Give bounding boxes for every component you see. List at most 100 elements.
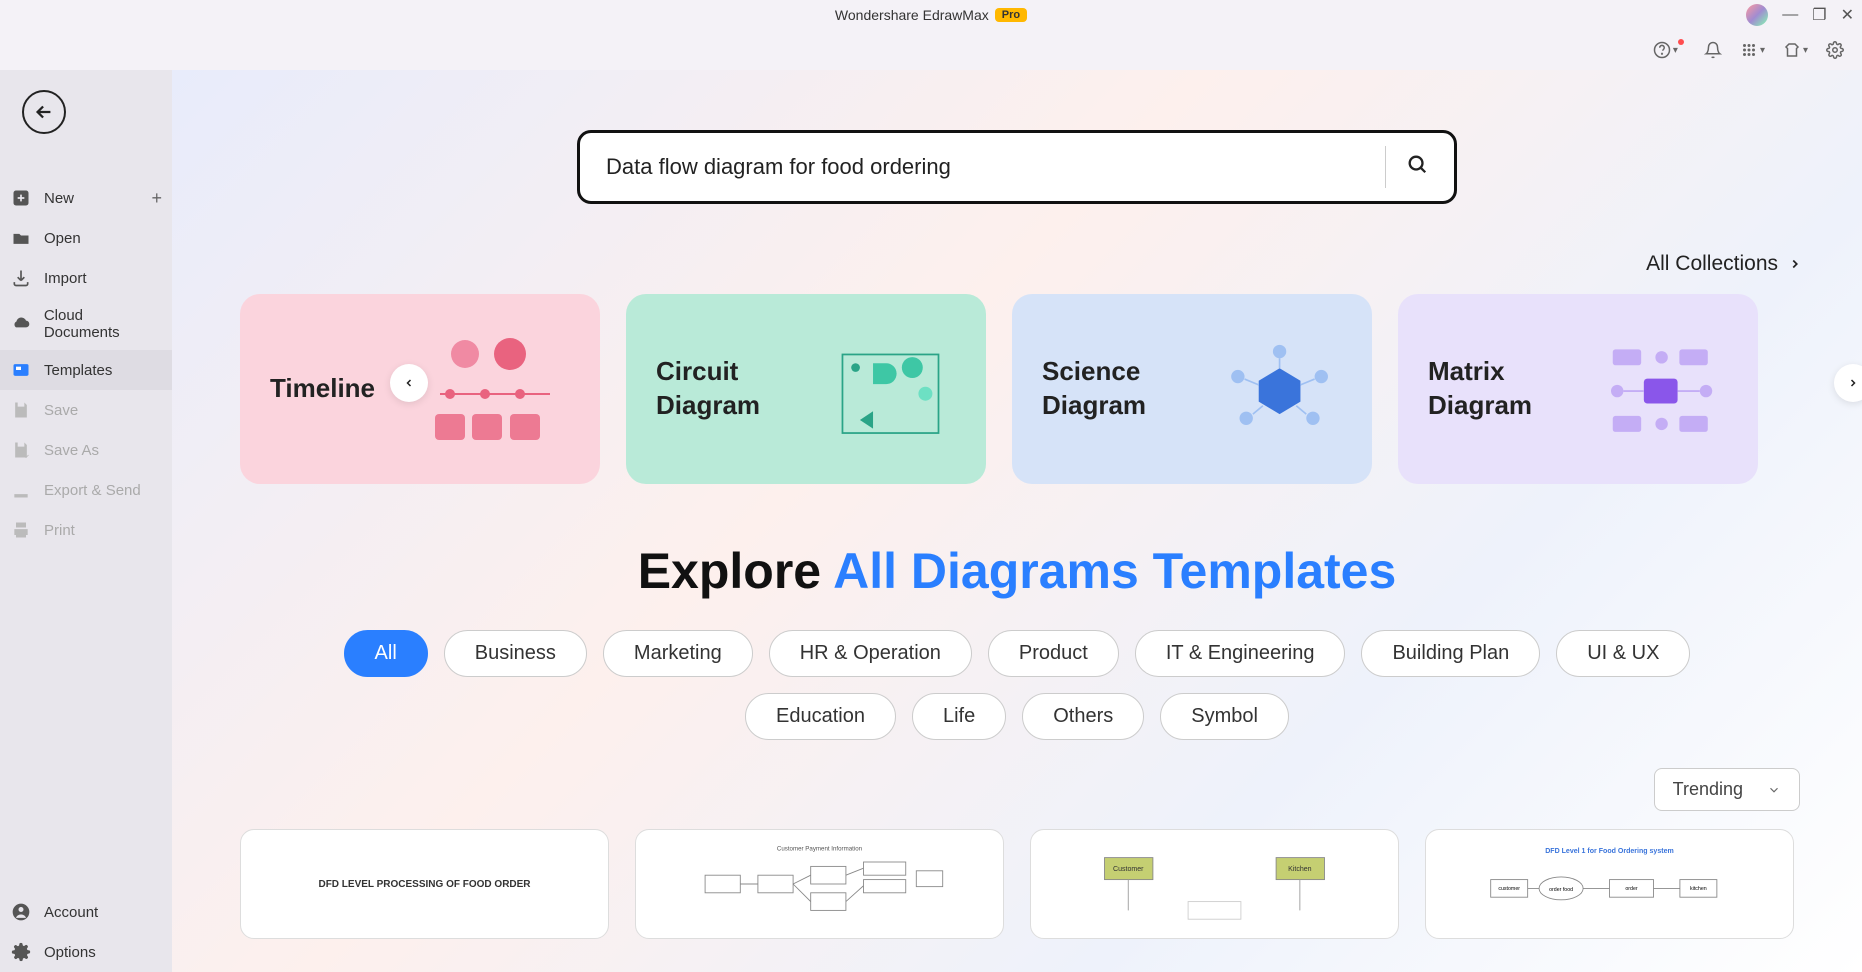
filter-pill-marketing[interactable]: Marketing bbox=[603, 630, 753, 677]
window-controls: — ❐ ✕ bbox=[1746, 4, 1854, 26]
help-icon[interactable]: ▾ bbox=[1653, 41, 1686, 59]
carousel-prev-button[interactable] bbox=[390, 364, 428, 402]
sidebar-item-account[interactable]: Account bbox=[0, 892, 172, 932]
sidebar-item-label: Options bbox=[44, 944, 96, 961]
svg-text:DFD Level 1 for Food Ordering: DFD Level 1 for Food Ordering system bbox=[1545, 848, 1674, 855]
template-thumb: CustomerKitchen bbox=[1041, 840, 1388, 928]
sidebar-item-label: Save As bbox=[44, 442, 99, 459]
sidebar-item-new[interactable]: New + bbox=[0, 178, 172, 218]
avatar-icon[interactable] bbox=[1746, 4, 1768, 26]
cloud-icon bbox=[10, 313, 32, 335]
filter-pill-all[interactable]: All bbox=[344, 630, 428, 677]
maximize-button[interactable]: ❐ bbox=[1812, 5, 1826, 25]
search-input[interactable] bbox=[606, 154, 1365, 180]
minimize-button[interactable]: — bbox=[1782, 6, 1798, 24]
sidebar-item-label: New bbox=[44, 190, 74, 207]
filter-row: All Business Marketing HR & Operation Pr… bbox=[172, 630, 1862, 740]
explore-heading: Explore All Diagrams Templates bbox=[172, 542, 1862, 600]
folder-icon bbox=[10, 227, 32, 249]
filter-pill-product[interactable]: Product bbox=[988, 630, 1119, 677]
titlebar: Wondershare EdrawMax Pro — ❐ ✕ bbox=[0, 0, 1862, 30]
save-icon bbox=[10, 399, 32, 421]
svg-text:Customer Payment Information: Customer Payment Information bbox=[777, 846, 863, 853]
filter-pill-business[interactable]: Business bbox=[444, 630, 587, 677]
category-card-science[interactable]: Science Diagram bbox=[1012, 294, 1372, 484]
template-icon bbox=[10, 359, 32, 381]
sidebar-item-saveas: Save As bbox=[0, 430, 172, 470]
explore-prefix: Explore bbox=[638, 543, 833, 599]
gear-icon bbox=[10, 941, 32, 963]
sidebar-item-import[interactable]: Import bbox=[0, 258, 172, 298]
main-area: New + Open Import Cloud Documents Templa… bbox=[0, 70, 1862, 972]
sidebar-item-save: Save bbox=[0, 390, 172, 430]
search-icon[interactable] bbox=[1406, 153, 1428, 181]
import-icon bbox=[10, 267, 32, 289]
sort-select[interactable]: Trending bbox=[1654, 768, 1800, 811]
category-card-circuit[interactable]: Circuit Diagram bbox=[626, 294, 986, 484]
matrix-illustration bbox=[1595, 324, 1728, 454]
app-title: Wondershare EdrawMax bbox=[835, 7, 989, 23]
template-grid: DFD LEVEL PROCESSING OF FOOD ORDER Custo… bbox=[172, 811, 1862, 939]
plus-square-icon bbox=[10, 187, 32, 209]
sidebar-item-label: Save bbox=[44, 402, 78, 419]
category-carousel: Timeline Circuit Diagram Science Diagram bbox=[172, 276, 1862, 484]
filter-pill-uiux[interactable]: UI & UX bbox=[1556, 630, 1690, 677]
filter-pill-it[interactable]: IT & Engineering bbox=[1135, 630, 1346, 677]
all-collections-label: All Collections bbox=[1646, 252, 1778, 276]
sidebar-item-print: Print bbox=[0, 510, 172, 550]
sidebar-item-templates[interactable]: Templates bbox=[0, 350, 172, 390]
back-button[interactable] bbox=[22, 90, 66, 134]
category-title: Timeline bbox=[270, 372, 375, 406]
close-button[interactable]: ✕ bbox=[1841, 5, 1854, 25]
sidebar-item-label: Print bbox=[44, 522, 75, 539]
gear-icon[interactable] bbox=[1826, 41, 1844, 59]
category-title: Matrix Diagram bbox=[1428, 355, 1595, 423]
filter-pill-others[interactable]: Others bbox=[1022, 693, 1144, 740]
template-thumb: Customer Payment Information bbox=[646, 840, 993, 928]
filter-pill-education[interactable]: Education bbox=[745, 693, 896, 740]
filter-pill-hr[interactable]: HR & Operation bbox=[769, 630, 972, 677]
sidebar-item-options[interactable]: Options bbox=[0, 932, 172, 972]
template-card[interactable]: CustomerKitchen bbox=[1030, 829, 1399, 939]
saveas-icon bbox=[10, 439, 32, 461]
filter-pill-building[interactable]: Building Plan bbox=[1361, 630, 1540, 677]
bell-icon[interactable] bbox=[1704, 41, 1722, 59]
pro-badge: Pro bbox=[995, 8, 1027, 22]
carousel-next-button[interactable] bbox=[1834, 364, 1862, 402]
sidebar-item-open[interactable]: Open bbox=[0, 218, 172, 258]
filter-pill-symbol[interactable]: Symbol bbox=[1160, 693, 1289, 740]
sort-label: Trending bbox=[1673, 779, 1743, 800]
template-card[interactable]: Customer Payment Information bbox=[635, 829, 1004, 939]
category-title: Circuit Diagram bbox=[656, 355, 825, 423]
template-card[interactable]: DFD Level 1 for Food Ordering systemcust… bbox=[1425, 829, 1794, 939]
template-thumb: DFD Level 1 for Food Ordering systemcust… bbox=[1436, 840, 1783, 928]
svg-text:order: order bbox=[1625, 886, 1638, 892]
sidebar-item-label: Templates bbox=[44, 362, 112, 379]
template-thumb: DFD LEVEL PROCESSING OF FOOD ORDER bbox=[251, 840, 598, 928]
secondary-toolbar: ▾ ▾ ▾ bbox=[0, 30, 1862, 70]
sidebar: New + Open Import Cloud Documents Templa… bbox=[0, 70, 172, 972]
sidebar-item-cloud[interactable]: Cloud Documents bbox=[0, 298, 172, 350]
divider bbox=[1385, 146, 1386, 188]
circuit-illustration bbox=[825, 324, 956, 454]
all-collections-link[interactable]: All Collections bbox=[1646, 252, 1802, 276]
print-icon bbox=[10, 519, 32, 541]
sidebar-item-label: Cloud Documents bbox=[44, 307, 162, 341]
account-icon bbox=[10, 901, 32, 923]
svg-text:kitchen: kitchen bbox=[1690, 886, 1707, 892]
content-area: All Collections Timeline Circuit Diagram bbox=[172, 70, 1862, 972]
plus-icon[interactable]: + bbox=[151, 188, 162, 209]
filter-pill-life[interactable]: Life bbox=[912, 693, 1006, 740]
grid-icon[interactable]: ▾ bbox=[1740, 41, 1765, 59]
shirt-icon[interactable]: ▾ bbox=[1783, 41, 1808, 59]
sidebar-item-label: Open bbox=[44, 230, 81, 247]
svg-text:order food: order food bbox=[1549, 887, 1573, 893]
search-bar[interactable] bbox=[577, 130, 1457, 204]
science-illustration bbox=[1217, 324, 1342, 454]
template-card[interactable]: DFD LEVEL PROCESSING OF FOOD ORDER bbox=[240, 829, 609, 939]
sidebar-item-export: Export & Send bbox=[0, 470, 172, 510]
category-card-matrix[interactable]: Matrix Diagram bbox=[1398, 294, 1758, 484]
sidebar-item-label: Account bbox=[44, 904, 98, 921]
sidebar-item-label: Import bbox=[44, 270, 87, 287]
svg-text:Kitchen: Kitchen bbox=[1288, 866, 1312, 873]
